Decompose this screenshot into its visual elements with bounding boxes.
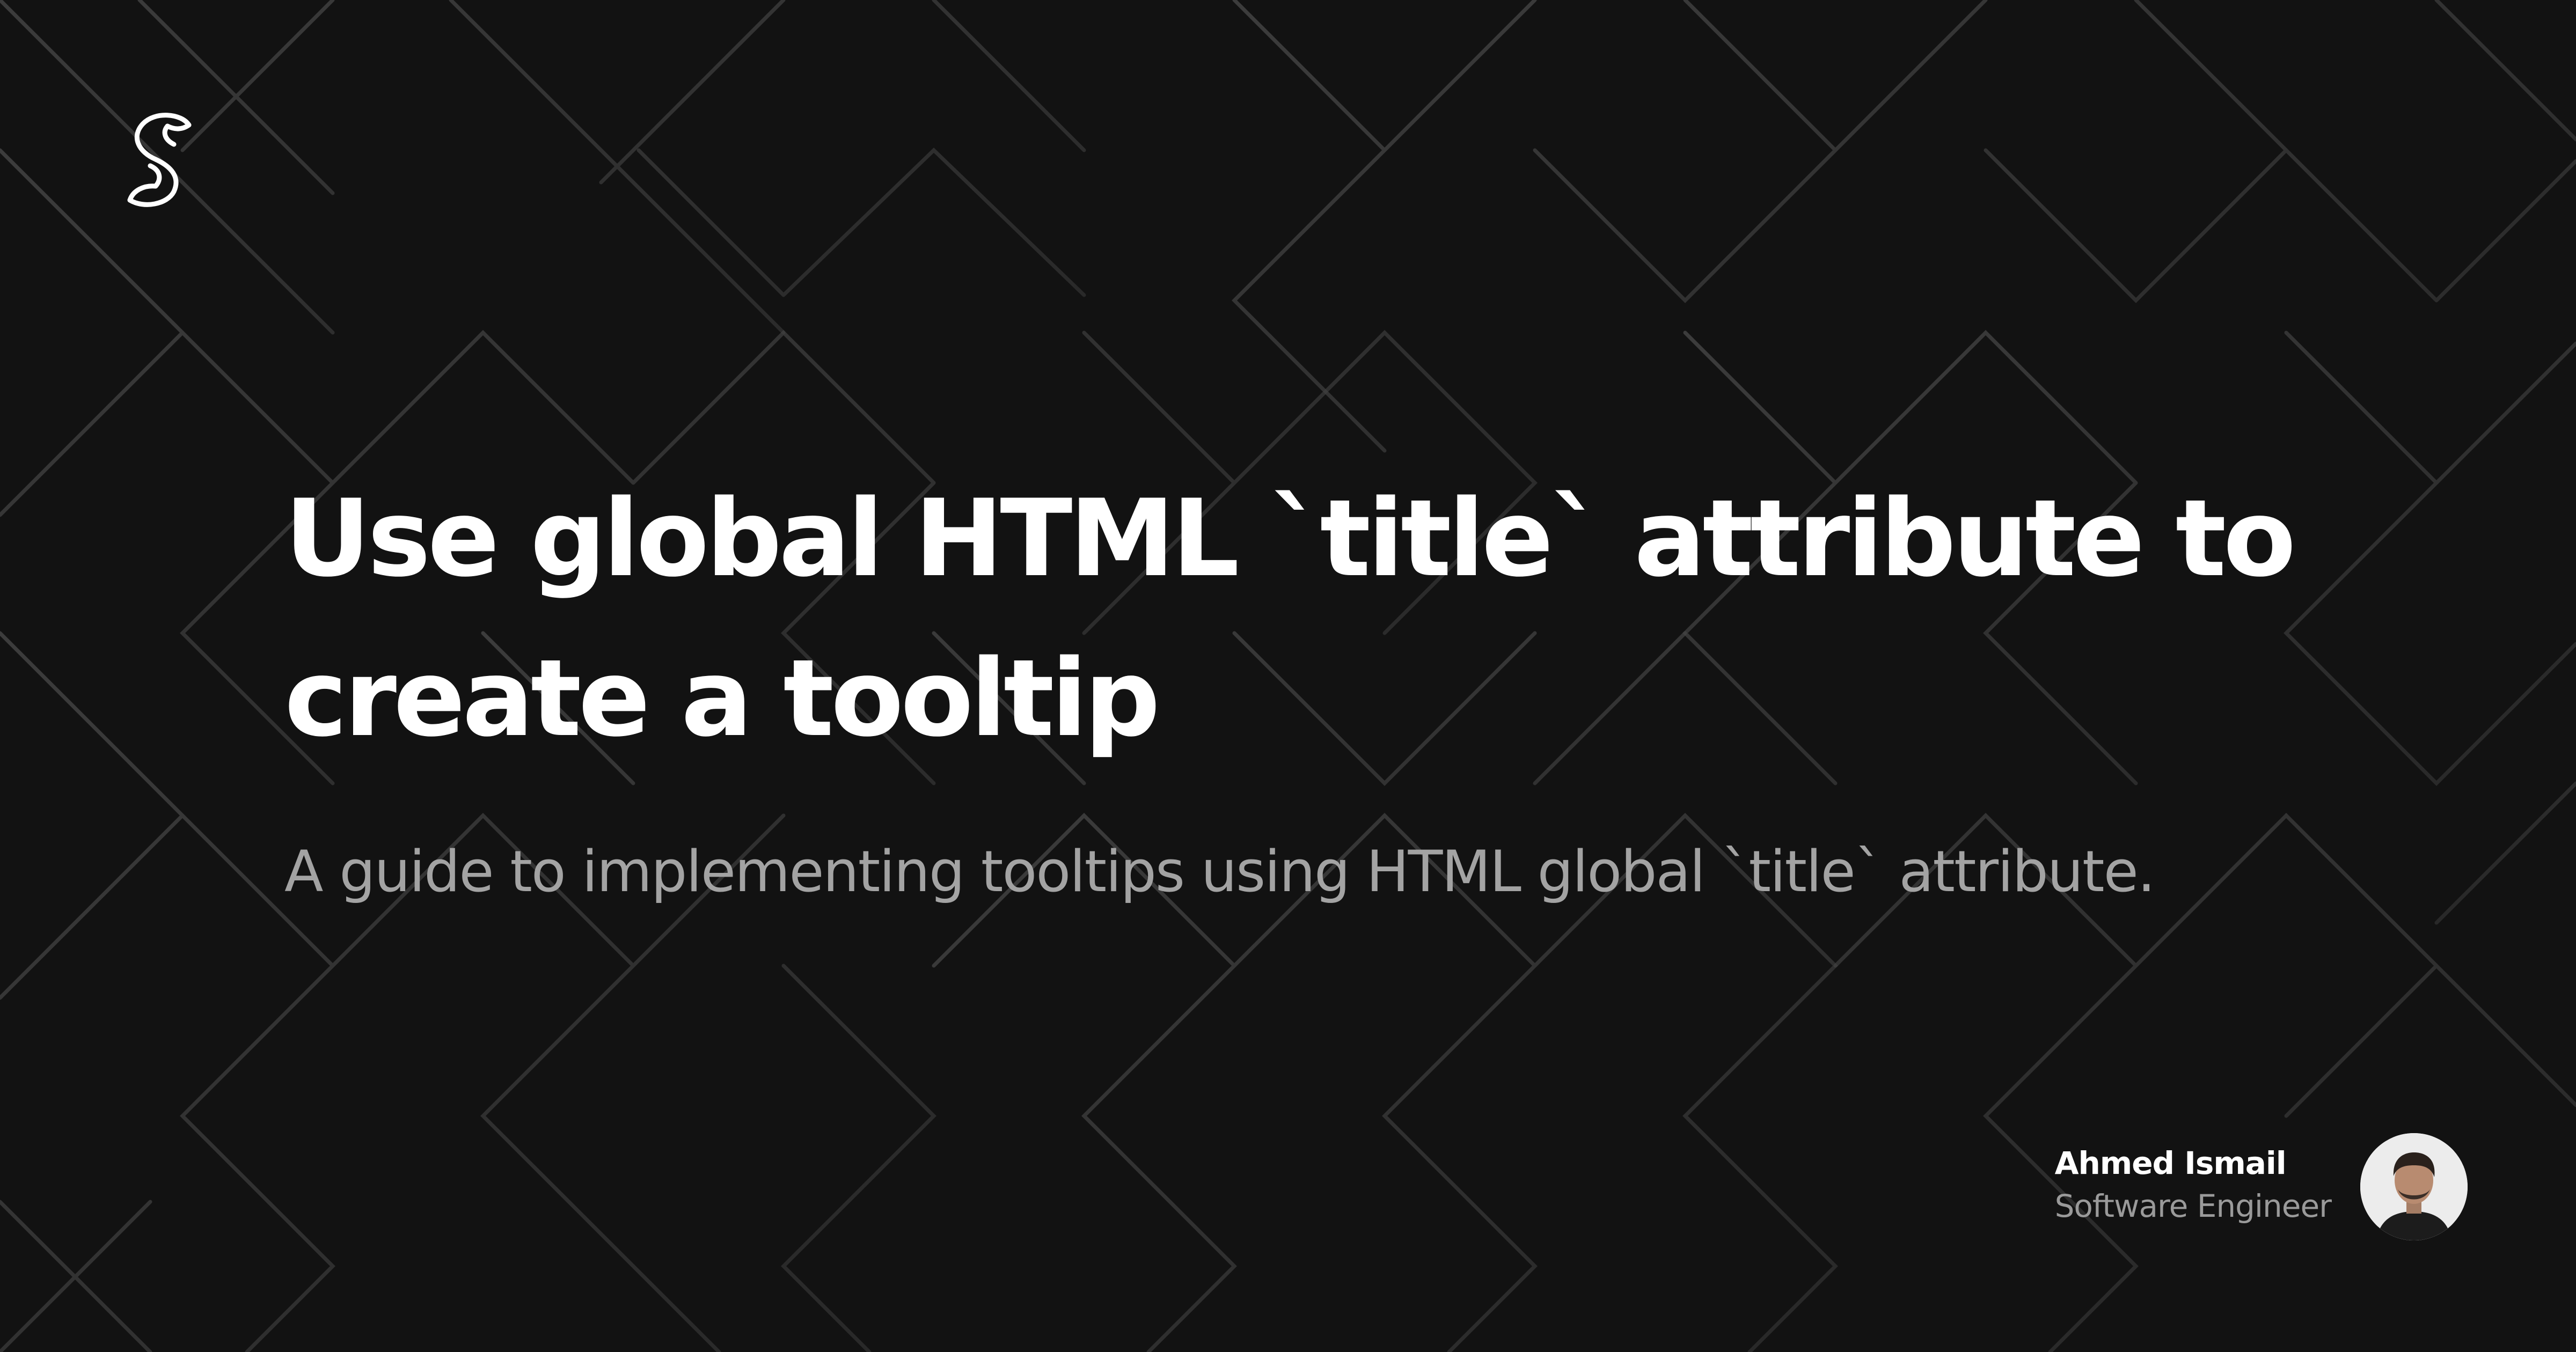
author-info: Ahmed Ismail Software Engineer — [2054, 1142, 2332, 1228]
page-subtitle: A guide to implementing tooltips using H… — [284, 839, 2155, 905]
author-avatar — [2360, 1133, 2468, 1240]
author-name: Ahmed Ismail — [2054, 1145, 2287, 1181]
page-title: Use global HTML `title` attribute to cre… — [284, 476, 2296, 760]
og-card: Use global HTML `title` attribute to cre… — [0, 0, 2576, 1352]
s-logo-icon[interactable] — [122, 110, 197, 210]
author-role: Software Engineer — [2054, 1188, 2332, 1224]
person-avatar-icon — [2360, 1133, 2468, 1240]
